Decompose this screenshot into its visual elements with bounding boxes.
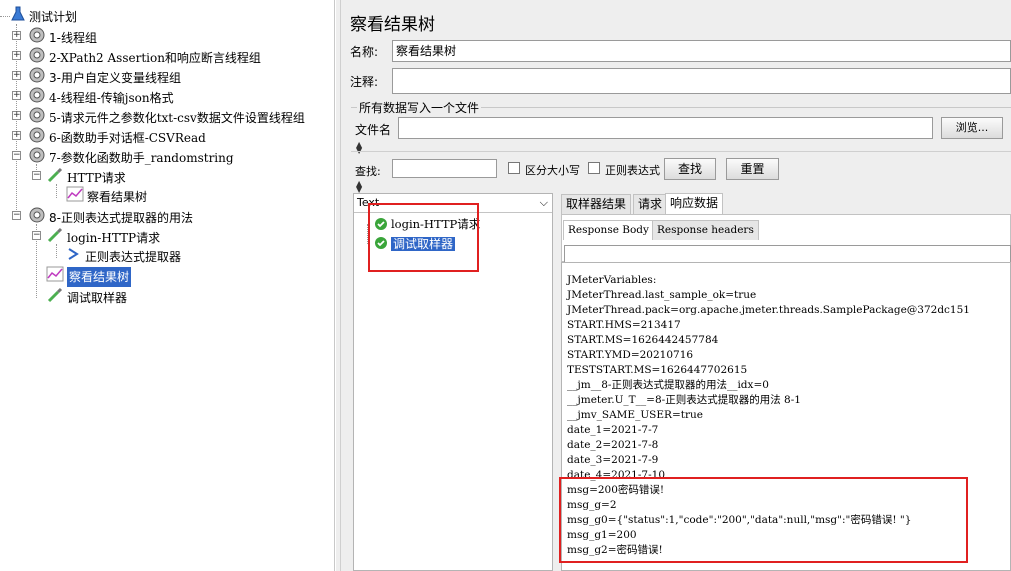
regex-label: 正则表达式 xyxy=(605,164,660,177)
tab-response-body[interactable]: Response Body xyxy=(563,220,654,240)
response-line: date_2=2021-7-8 xyxy=(567,439,659,451)
split-arrows-icon[interactable]: ▲ ▼ xyxy=(356,141,362,155)
pipette-icon xyxy=(46,286,64,310)
tree-item-thread-group-1[interactable]: 1-线程组 xyxy=(28,26,97,46)
tree-item-thread-group-5[interactable]: 5-请求元件之参数化txt-csv数据文件设置线程组 xyxy=(28,106,305,126)
chart-icon xyxy=(46,266,64,288)
pipette-icon xyxy=(46,226,64,250)
test-plan-tree[interactable]: 测试计划 + 1-线程组 + 2-XPath2 Assertion和响应断言线程… xyxy=(0,0,335,571)
search-label: 查找: xyxy=(355,165,381,178)
tree-item-thread-group-7[interactable]: 7-参数化函数助手_randomstring xyxy=(28,146,234,166)
response-line: date_3=2021-7-9 xyxy=(567,454,659,466)
gear-icon xyxy=(28,206,46,230)
write-all-label: 所有数据写入一个文件 xyxy=(357,99,482,116)
find-button[interactable]: 查找 xyxy=(664,158,716,180)
expand-toggle[interactable]: + xyxy=(12,31,21,40)
comment-field[interactable] xyxy=(392,68,1011,94)
tree-item-thread-group-3[interactable]: 3-用户自定义变量线程组 xyxy=(28,66,181,86)
response-line: JMeterVariables: xyxy=(567,274,657,286)
name-field[interactable]: 察看结果树 xyxy=(392,40,1011,62)
tab-sampler-result[interactable]: 取样器结果 xyxy=(561,194,632,214)
tree-root[interactable]: 测试计划 xyxy=(10,6,77,26)
collapse-toggle[interactable]: − xyxy=(32,171,41,180)
response-line: JMeterThread.pack=org.apache.jmeter.thre… xyxy=(567,304,970,316)
tab-response-headers[interactable]: Response headers xyxy=(652,220,759,240)
response-line: TESTSTART.MS=1626447702615 xyxy=(567,364,748,376)
response-line: date_1=2021-7-7 xyxy=(567,424,659,436)
case-sensitive-label: 区分大小写 xyxy=(525,164,580,177)
pipette-icon xyxy=(46,166,64,190)
tree-item-view-results-tree[interactable]: 察看结果树 xyxy=(66,186,147,206)
panel-title: 察看结果树 xyxy=(350,15,435,35)
search-input[interactable] xyxy=(392,159,497,178)
tree-item-regex-extractor[interactable]: 正则表达式提取器 xyxy=(66,246,181,266)
response-line: __jm__8-正则表达式提取器的用法__idx=0 xyxy=(567,379,769,391)
tree-item-thread-group-2[interactable]: 2-XPath2 Assertion和响应断言线程组 xyxy=(28,46,261,66)
tree-item-http-request[interactable]: HTTP请求 xyxy=(46,166,126,186)
collapse-toggle[interactable]: − xyxy=(12,151,21,160)
tree-item-thread-group-6[interactable]: 6-函数助手对话框-CSVRead xyxy=(28,126,206,146)
filename-label: 文件名 xyxy=(355,123,392,137)
comment-label: 注释: xyxy=(350,75,379,89)
chevron-down-icon[interactable]: ⌵ xyxy=(540,194,548,212)
expand-toggle[interactable]: + xyxy=(12,91,21,100)
tree-item-login-http[interactable]: login-HTTP请求 xyxy=(46,226,160,246)
expand-toggle[interactable]: + xyxy=(12,71,21,80)
regex-checkbox[interactable] xyxy=(588,162,600,174)
browse-button[interactable]: 浏览... xyxy=(941,117,1003,139)
response-line: __jmeter.U_T__=8-正则表达式提取器的用法 8-1 xyxy=(567,394,801,406)
collapse-toggle[interactable]: − xyxy=(12,211,21,220)
expand-toggle[interactable]: + xyxy=(12,131,21,140)
name-label: 名称: xyxy=(350,45,379,59)
case-sensitive-checkbox[interactable] xyxy=(508,162,520,174)
annotation-box-msg-vars xyxy=(559,477,968,563)
flask-icon xyxy=(10,6,26,28)
gear-icon xyxy=(28,146,46,170)
filename-field[interactable] xyxy=(398,117,933,139)
expand-toggle[interactable]: + xyxy=(12,111,21,120)
tree-root-label: 测试计划 xyxy=(29,10,78,24)
response-line: START.HMS=213417 xyxy=(567,319,681,331)
tree-item-thread-group-4[interactable]: 4-线程组-传输json格式 xyxy=(28,86,174,106)
tab-response-data[interactable]: 响应数据 xyxy=(665,193,724,214)
response-line: __jmv_SAME_USER=true xyxy=(567,409,703,421)
response-line: START.YMD=20210716 xyxy=(567,349,694,361)
tree-item-thread-group-8[interactable]: 8-正则表达式提取器的用法 xyxy=(28,206,193,226)
collapse-toggle[interactable]: − xyxy=(32,231,41,240)
expand-toggle[interactable]: + xyxy=(12,51,21,60)
divider xyxy=(351,151,1011,152)
tree-item-view-results-tree-selected[interactable]: 察看结果树 xyxy=(46,266,132,288)
chart-icon xyxy=(66,186,84,208)
tree-connector xyxy=(0,16,10,17)
tab-request[interactable]: 请求 xyxy=(633,194,668,214)
annotation-box-results xyxy=(368,203,479,272)
tree-item-debug-sampler[interactable]: 调试取样器 xyxy=(46,286,127,306)
reset-button[interactable]: 重置 xyxy=(726,158,779,180)
split-arrows-icon[interactable]: ▲ ▼ xyxy=(356,180,362,194)
arrow-icon xyxy=(66,246,82,268)
response-line: JMeterThread.last_sample_ok=true xyxy=(567,289,757,301)
response-line: START.MS=1626442457784 xyxy=(567,334,719,346)
